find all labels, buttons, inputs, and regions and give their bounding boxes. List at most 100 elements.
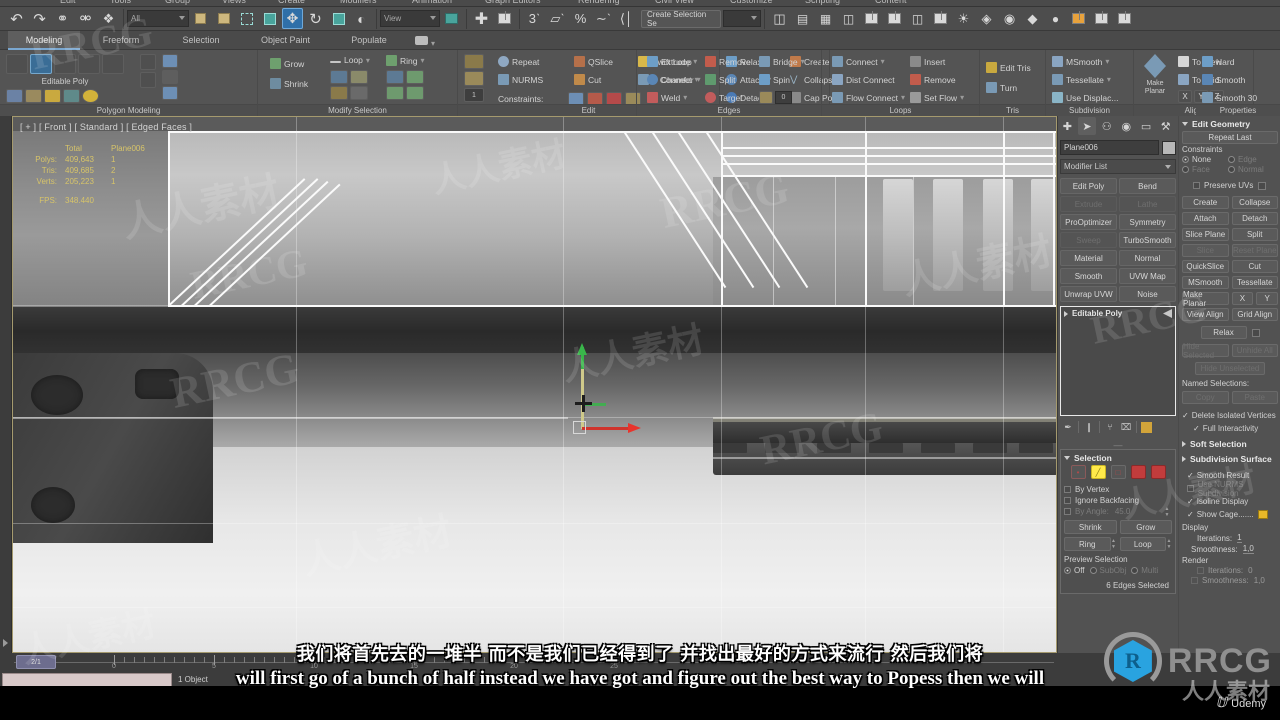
hide-selected-button[interactable]: Hide Selected — [1182, 342, 1229, 360]
attach-button[interactable]: Attach — [1182, 212, 1229, 225]
panel-label-modify-selection[interactable]: Modify Selection — [258, 104, 457, 116]
ring-tools-button[interactable] — [406, 86, 424, 100]
pin-stack-icon[interactable]: ✒ — [1062, 421, 1074, 434]
command-panel-edit-geometry-column[interactable]: Edit Geometry Repeat Last Constraints No… — [1178, 116, 1280, 653]
modifier-extrude-button[interactable]: Extrude — [1060, 196, 1117, 212]
dist-connect-item[interactable]: Dist Connect — [832, 74, 895, 85]
redo-icon[interactable]: ↷ — [29, 8, 50, 29]
subdivision-surface-header[interactable]: Subdivision Surface — [1179, 451, 1280, 466]
edit-cut-button[interactable] — [464, 71, 484, 86]
modifier-turbosmooth-button[interactable]: TurboSmooth — [1119, 232, 1176, 248]
ribbon-tab-modeling[interactable]: Modeling — [8, 31, 80, 50]
detach-button[interactable]: Detach — [1231, 212, 1278, 225]
modifier-lathe-button[interactable]: Lathe — [1119, 196, 1176, 212]
menu-item-tools[interactable]: Tools — [110, 0, 131, 5]
show-end-result-icon[interactable]: ❙ — [1083, 421, 1095, 434]
nurms-button[interactable] — [162, 86, 178, 100]
loop-spinner[interactable]: ▲ ▼ — [1166, 537, 1172, 551]
create-tab-icon[interactable]: ✚ — [1058, 117, 1077, 135]
soft-selection-header[interactable]: Soft Selection — [1179, 436, 1280, 451]
hard-item[interactable]: Hard — [1202, 56, 1234, 67]
cut-button[interactable]: Cut — [1231, 260, 1278, 273]
relax-settings-icon[interactable] — [1251, 328, 1260, 337]
make-planar-x-button[interactable]: X — [1231, 292, 1254, 305]
tessellate-item[interactable]: Tessellate ▾ — [1052, 74, 1111, 85]
preview-subobj-button[interactable] — [140, 72, 156, 88]
align-x-button[interactable]: X — [1178, 90, 1192, 103]
slate-material-editor-icon[interactable]: ● — [1045, 8, 1066, 29]
tessellate-button[interactable]: Tessellate — [1231, 276, 1278, 289]
grow-button[interactable]: Grow — [1119, 520, 1172, 534]
constraint-face-radio[interactable]: Face — [1182, 165, 1228, 174]
ring-dropdown-icon[interactable]: ▾ — [420, 56, 424, 65]
curve-editor-icon[interactable]: 3ˋ — [524, 8, 545, 29]
ribbon-options-icon[interactable] — [415, 36, 428, 45]
collapse-triangle-icon[interactable] — [1182, 122, 1188, 126]
full-interactivity-checkbox[interactable]: ✓ Full Interactivity — [1193, 423, 1280, 434]
constraint-edge-radio[interactable]: Edge — [1228, 155, 1257, 164]
edit-tris-item[interactable]: Edit Tris — [986, 62, 1031, 73]
msmooth-button[interactable]: MSmooth — [1182, 276, 1229, 289]
ribbon-tab-freeform[interactable]: Freeform — [85, 31, 157, 50]
reference-coordinate-system-combo[interactable]: View — [380, 10, 440, 27]
render-production-icon[interactable]: ☀ — [953, 8, 974, 29]
array-icon[interactable]: ▤ — [792, 8, 813, 29]
isoline-display-checkbox[interactable]: ✓ Isoline Display — [1187, 496, 1280, 507]
panel-label-properties[interactable]: Properties — [1196, 104, 1280, 116]
polygon-modeling-tools-row[interactable] — [6, 89, 99, 103]
loop-mode-button[interactable] — [350, 70, 368, 84]
ribbon-tab-object-paint[interactable]: Object Paint — [243, 31, 328, 50]
edit-left-buttons[interactable]: 1 — [464, 54, 484, 102]
menu-item-modifiers[interactable]: Modifiers — [340, 0, 377, 5]
scene-explorer-icon[interactable] — [884, 8, 905, 29]
make-unique-icon[interactable]: ⑂ — [1104, 421, 1116, 434]
configure-modifier-sets-icon[interactable] — [1141, 421, 1152, 433]
quickslice-button[interactable]: QuickSlice — [1182, 260, 1229, 273]
make-planar-button[interactable]: Make Planar — [1182, 290, 1229, 308]
select-and-scale-icon[interactable] — [328, 8, 349, 29]
edge-spinner-button[interactable] — [759, 91, 773, 104]
bridge-dropdown-icon[interactable]: ▾ — [801, 57, 805, 66]
ignore-backfacing-checkbox[interactable]: Ignore Backfacing — [1064, 495, 1172, 506]
tessellate-dropdown-icon[interactable]: ▾ — [1107, 75, 1111, 84]
loop-button[interactable]: Loop — [1119, 537, 1166, 551]
menu-item-rendering[interactable]: Rendering — [578, 0, 620, 5]
utilities-tab-icon[interactable]: ⚒ — [1156, 117, 1175, 135]
extrude-item[interactable]: Extrude ▾ — [647, 56, 697, 67]
preserve-uvs-checkbox[interactable]: Preserve UVs — [1193, 180, 1280, 191]
edit-geometry-header[interactable]: Edit Geometry — [1179, 116, 1280, 131]
msmooth-item[interactable]: MSmooth ▾ — [1052, 56, 1109, 67]
edit-geometry-buttons[interactable]: Create Collapse Attach Detach Slice Plan… — [1179, 194, 1280, 323]
gizmo-x-axis[interactable] — [582, 427, 634, 430]
slice-button[interactable]: Slice — [1182, 244, 1229, 257]
connect-dropdown-icon[interactable]: ▾ — [881, 57, 885, 66]
cut-item[interactable]: Cut — [574, 74, 601, 85]
target-weld-item[interactable]: Target — [705, 92, 743, 103]
modifier-button-grid[interactable]: Edit Poly Bend Extrude Lathe ProOptimize… — [1060, 178, 1176, 302]
loop-item[interactable]: Loop ▾ — [330, 55, 370, 65]
modifier-stack-item-editable-poly[interactable]: Editable Poly — [1061, 307, 1175, 320]
select-object-icon[interactable] — [190, 8, 211, 29]
convert-to-poly-button[interactable] — [44, 89, 61, 103]
ribbon-tab-selection[interactable]: Selection — [165, 31, 237, 50]
expand-triangle-icon[interactable] — [1182, 456, 1186, 462]
select-by-name-icon[interactable] — [213, 8, 234, 29]
select-and-rotate-icon[interactable]: ↻ — [305, 8, 326, 29]
preview-off-radio[interactable]: Off — [1064, 566, 1085, 575]
modifier-stack[interactable]: Editable Poly — [1060, 306, 1176, 416]
material-editor-icon[interactable]: % — [570, 8, 591, 29]
preview-off-button[interactable] — [140, 54, 156, 70]
paint-deform-button[interactable] — [63, 89, 80, 103]
shrink-grow-row[interactable]: Shrink Grow — [1064, 520, 1172, 534]
render-smoothness-value[interactable]: 1,0 — [1254, 576, 1265, 585]
ribbon-panel-loops[interactable]: Connect ▾ Dist Connect Flow Connect ▾ In… — [822, 50, 980, 116]
menu-item-civil-view[interactable]: Civil View — [655, 0, 694, 5]
reset-plane-button[interactable]: Reset Plane — [1231, 244, 1278, 257]
modifier-stack-toolbar[interactable]: ✒ ❙ ⑂ ⌧ — [1060, 419, 1176, 435]
paste-button[interactable]: Paste — [1231, 391, 1278, 404]
modifier-sweep-button[interactable]: Sweep — [1060, 232, 1117, 248]
selection-rollout-header[interactable]: Selection — [1064, 453, 1172, 463]
slice-plane-button[interactable]: Slice Plane — [1182, 228, 1229, 241]
extrude-dropdown-icon[interactable]: ▾ — [693, 57, 697, 66]
modifier-normal-button[interactable]: Normal — [1119, 250, 1176, 266]
